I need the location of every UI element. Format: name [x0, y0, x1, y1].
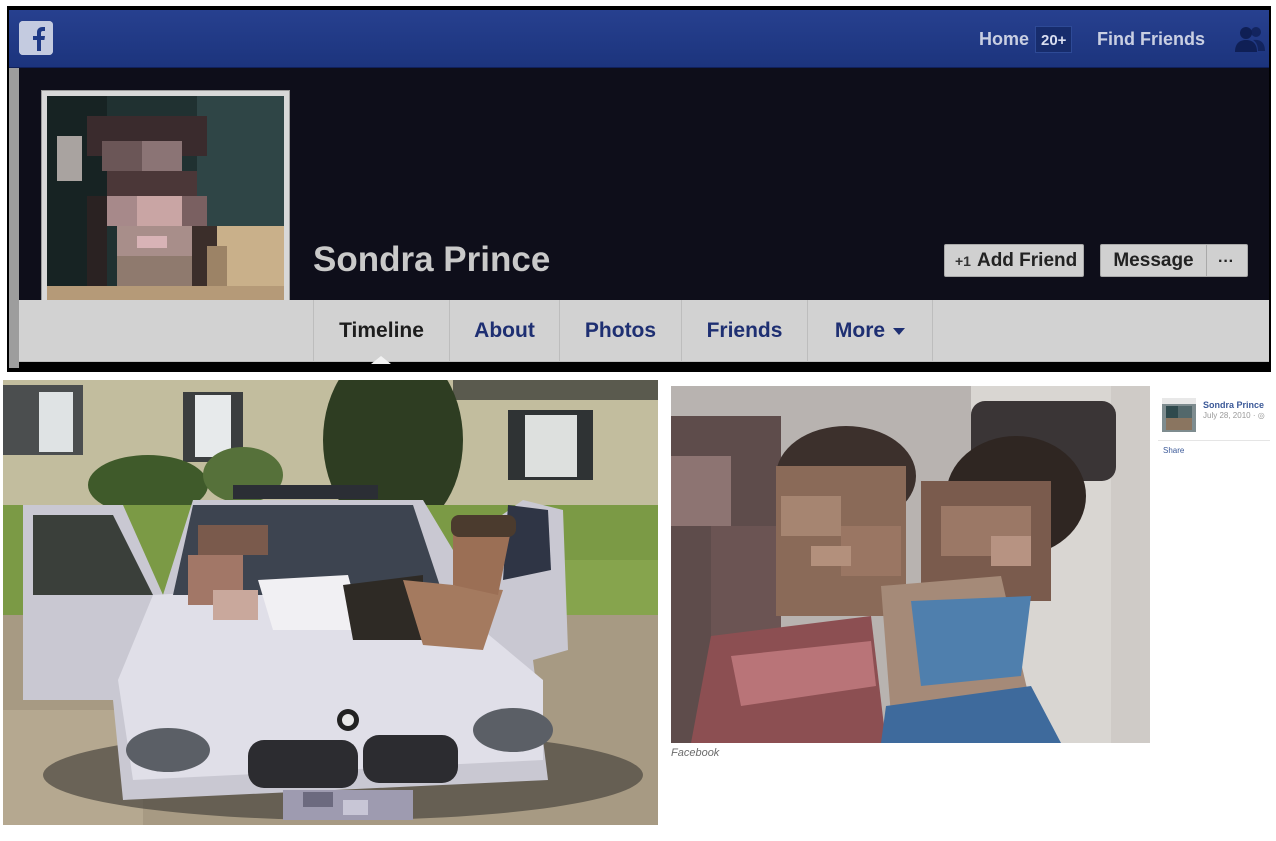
active-tab-indicator — [371, 356, 391, 364]
post-author-avatar[interactable] — [1162, 398, 1196, 432]
post-divider — [1158, 440, 1270, 441]
share-link[interactable]: Share — [1163, 446, 1184, 455]
car-photo — [3, 380, 658, 825]
add-friend-button[interactable]: +1 Add Friend — [944, 244, 1084, 277]
profile-screenshot: Home 20+ Find Friends Sondra Prince +1 A… — [7, 6, 1271, 372]
nav-home-link[interactable]: Home — [979, 29, 1029, 50]
facebook-logo-icon[interactable] — [19, 21, 53, 55]
children-photo — [671, 386, 1150, 743]
chevron-down-icon — [893, 327, 906, 335]
top-nav-bar: Home 20+ Find Friends — [9, 10, 1269, 68]
photo-caption: Facebook — [671, 747, 720, 759]
tab-friends[interactable]: Friends — [681, 300, 807, 362]
tab-more-label: More — [834, 319, 886, 342]
profile-picture — [47, 96, 284, 333]
message-button[interactable]: Message — [1101, 245, 1207, 276]
more-options-button[interactable]: ··· — [1207, 246, 1245, 277]
post-author-avatar-image — [1162, 398, 1196, 432]
nav-find-friends-link[interactable]: Find Friends — [1097, 29, 1205, 50]
add-friend-icon: +1 — [955, 253, 971, 269]
post-author-name[interactable]: Sondra Prince — [1203, 400, 1264, 410]
tab-photos[interactable]: Photos — [559, 300, 681, 362]
post-timestamp[interactable]: July 28, 2010 · ◎ — [1203, 411, 1265, 420]
profile-tab-bar: Timeline About Photos Friends More — [19, 300, 1269, 362]
add-friend-label: Add Friend — [976, 250, 1078, 271]
message-button-group: Message ··· — [1100, 244, 1248, 277]
friend-requests-icon[interactable] — [1233, 24, 1267, 54]
children-photo-image — [671, 386, 1150, 743]
car-photo-image — [3, 380, 658, 825]
profile-name: Sondra Prince — [313, 240, 551, 279]
profile-picture-pixelated-image — [47, 96, 284, 333]
cover-edge — [9, 68, 19, 368]
tab-timeline[interactable]: Timeline — [313, 300, 449, 362]
tab-about[interactable]: About — [449, 300, 559, 362]
tab-more[interactable]: More — [807, 300, 933, 362]
home-notification-badge[interactable]: 20+ — [1035, 26, 1073, 53]
